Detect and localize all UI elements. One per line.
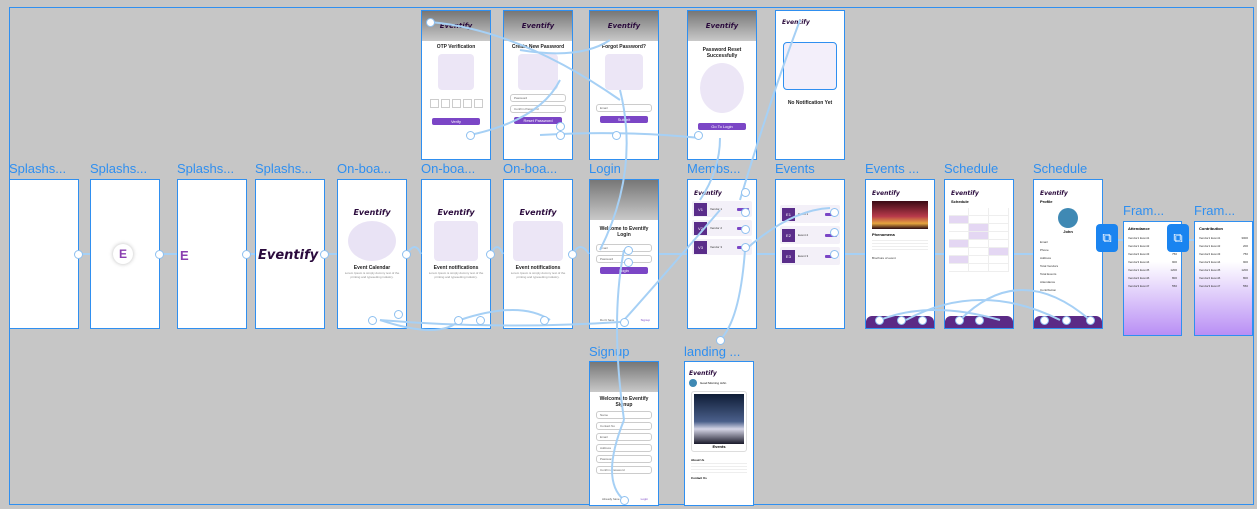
connection-node[interactable] (975, 316, 984, 325)
connection-node[interactable] (454, 316, 463, 325)
connection-node[interactable] (320, 250, 329, 259)
connection-node[interactable] (540, 316, 549, 325)
component-instance-icon[interactable]: ⧉ (1167, 224, 1189, 252)
connection-node[interactable] (830, 228, 839, 237)
connection-node[interactable] (918, 316, 927, 325)
connection-node[interactable] (486, 250, 495, 259)
component-instance-icon[interactable]: ⧉ (1096, 224, 1118, 252)
connection-node[interactable] (741, 243, 750, 252)
connection-node[interactable] (875, 316, 884, 325)
connection-node[interactable] (476, 316, 485, 325)
connection-node[interactable] (1086, 316, 1095, 325)
connection-node[interactable] (624, 246, 633, 255)
connection-node[interactable] (556, 131, 565, 140)
connection-node[interactable] (694, 131, 703, 140)
connection-node[interactable] (620, 318, 629, 327)
connection-node[interactable] (830, 208, 839, 217)
connection-node[interactable] (741, 208, 750, 217)
connection-node[interactable] (624, 258, 633, 267)
connection-node[interactable] (1062, 316, 1071, 325)
connection-node[interactable] (242, 250, 251, 259)
prototype-canvas[interactable]: Splashs... Splashs... Splashs... Splashs… (0, 0, 1257, 509)
connection-node[interactable] (368, 316, 377, 325)
connection-node[interactable] (466, 131, 475, 140)
connection-node[interactable] (955, 316, 964, 325)
connection-node[interactable] (74, 250, 83, 259)
connection-node[interactable] (402, 250, 411, 259)
connection-node[interactable] (155, 250, 164, 259)
connection-node[interactable] (741, 188, 750, 197)
connection-node[interactable] (426, 18, 435, 27)
connection-node[interactable] (897, 316, 906, 325)
connection-node[interactable] (556, 122, 565, 131)
connection-node[interactable] (394, 310, 403, 319)
connection-node[interactable] (830, 250, 839, 259)
connection-node[interactable] (716, 336, 725, 345)
connection-node[interactable] (741, 225, 750, 234)
connection-node[interactable] (612, 131, 621, 140)
connection-node[interactable] (620, 496, 629, 505)
connection-node[interactable] (568, 250, 577, 259)
connection-node[interactable] (1040, 316, 1049, 325)
